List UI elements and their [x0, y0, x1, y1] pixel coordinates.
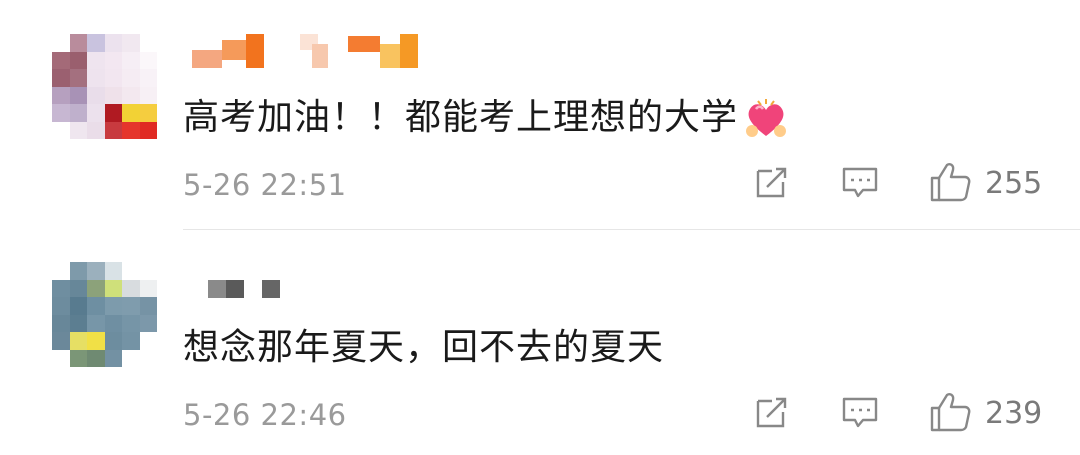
like-count: 239	[985, 396, 1043, 431]
like-count: 255	[985, 166, 1043, 201]
comment-time: 5-26 22:46	[183, 398, 347, 432]
thumbs-up-icon[interactable]	[928, 160, 972, 204]
comment-item: 高考加油！！都能考上理想的大学 5-26 22:51 255	[0, 0, 1080, 230]
heart-hands-emoji	[746, 99, 787, 137]
username[interactable]	[188, 262, 448, 298]
avatar[interactable]	[52, 34, 157, 139]
comment-text-content: 高考加油！！都能考上理想的大学	[183, 97, 739, 138]
share-icon[interactable]	[752, 392, 792, 432]
username[interactable]	[188, 32, 448, 68]
comment-text: 高考加油！！都能考上理想的大学	[183, 88, 788, 140]
comment-item: 想念那年夏天，回不去的夏天 5-26 22:46 239	[0, 230, 1080, 455]
comment-icon[interactable]	[840, 392, 880, 432]
avatar[interactable]	[52, 262, 157, 367]
share-icon[interactable]	[752, 162, 792, 202]
comment-icon[interactable]	[840, 162, 880, 202]
comment-text: 想念那年夏天，回不去的夏天	[183, 327, 665, 368]
thumbs-up-icon[interactable]	[928, 390, 972, 434]
comment-time: 5-26 22:51	[183, 168, 347, 202]
